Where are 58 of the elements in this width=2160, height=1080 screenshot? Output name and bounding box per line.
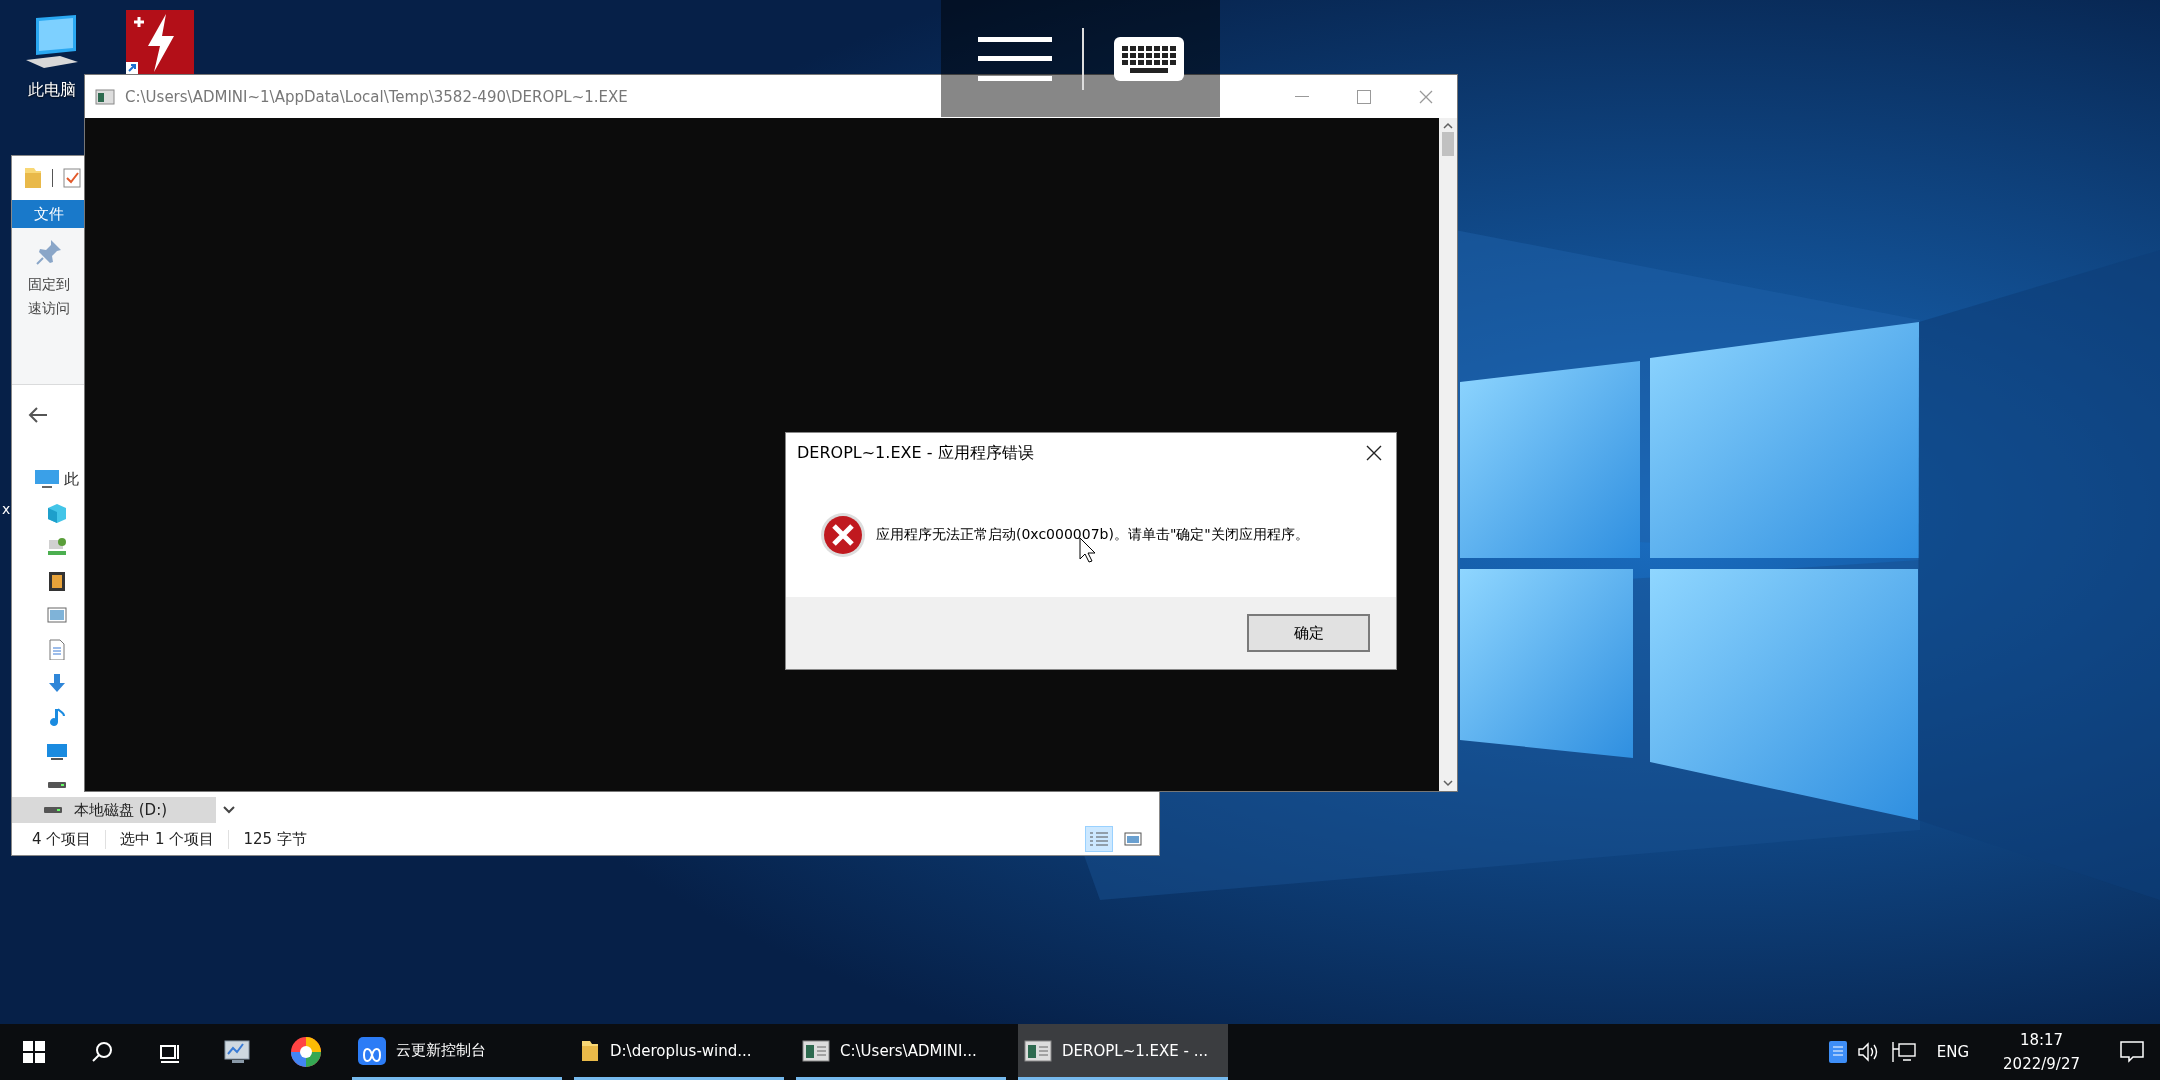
pin-icon <box>35 238 63 266</box>
ok-button[interactable]: 确定 <box>1247 614 1370 652</box>
dialog-title: DEROPL~1.EXE - 应用程序错误 <box>797 442 1035 464</box>
back-arrow-icon[interactable] <box>28 406 48 424</box>
desktop-icon-label: 此电脑 <box>28 80 76 101</box>
network-drive-icon <box>46 536 68 558</box>
minimize-icon <box>1295 95 1309 98</box>
maximize-icon <box>1357 89 1371 104</box>
pin-label: 固定到 速访问 <box>28 275 70 318</box>
drive-icon <box>42 806 64 814</box>
thumbnail-view-icon <box>1123 831 1143 847</box>
menu-icon[interactable] <box>977 36 1052 81</box>
clock[interactable]: 18:17 2022/9/27 <box>1989 1028 2094 1076</box>
lightning-shortcut-icon[interactable] <box>126 10 194 74</box>
error-message: 应用程序无法正常启动(0xc000007b)。请单击"确定"关闭应用程序。 <box>876 526 1309 544</box>
drive-item[interactable]: 本地磁盘 (D:) <box>12 797 216 823</box>
close-icon <box>1419 89 1433 104</box>
folder-icon <box>24 167 42 189</box>
cube-icon <box>46 502 68 524</box>
download-arrow-icon <box>46 672 68 694</box>
notepad-icon[interactable] <box>1828 1041 1847 1063</box>
details-view-icon <box>1089 831 1109 847</box>
keyboard-icon[interactable] <box>1113 36 1184 81</box>
document-icon <box>46 638 68 660</box>
status-text: 125 字节 <box>243 829 308 849</box>
drive-icon <box>46 781 68 789</box>
status-text: 4 个项目 <box>32 829 107 849</box>
chevron-down-icon[interactable] <box>222 805 236 815</box>
color-wheel-icon <box>290 1036 322 1068</box>
notification-icon[interactable] <box>2120 1041 2144 1063</box>
console-window-icon <box>1024 1038 1052 1063</box>
console-window-icon <box>95 88 115 105</box>
taskbar-window-button[interactable]: DEROPL~1.EXE - ... <box>1018 1024 1228 1080</box>
scroll-thumb[interactable] <box>1442 132 1454 156</box>
scrollbar[interactable] <box>1439 118 1457 791</box>
file-tab[interactable]: 文件 <box>12 200 86 228</box>
checkbox-icon[interactable] <box>63 168 81 188</box>
tree-item[interactable]: 此 <box>34 467 79 491</box>
pin-button[interactable]: 固定到 速访问 <box>12 238 86 320</box>
error-icon <box>820 512 866 558</box>
close-icon <box>1366 445 1382 461</box>
film-icon <box>46 570 68 592</box>
status-text: 选中 1 个项目 <box>120 829 230 849</box>
folder-icon <box>580 1038 600 1063</box>
infinity-app-icon <box>358 1036 386 1065</box>
taskbar-window-button[interactable]: D:\deroplus-wind... <box>574 1024 784 1080</box>
taskbar-window-button[interactable]: C:\Users\ADMINI... <box>796 1024 1006 1080</box>
windows-logo-icon <box>23 1041 45 1063</box>
search-icon <box>91 1041 113 1063</box>
network-icon[interactable] <box>1890 1041 1917 1063</box>
computer-icon <box>34 468 60 490</box>
console-window-icon <box>802 1038 830 1063</box>
window-title: C:\Users\ADMINI~1\AppData\Local\Temp\3582-490\DEROPL~1.EXE <box>125 87 628 106</box>
taskbar-window-button[interactable]: 云更新控制台 <box>352 1024 562 1080</box>
desktop-icon-label: x <box>2 501 11 517</box>
image-icon <box>46 604 68 626</box>
monitor-chart-icon <box>223 1038 253 1066</box>
input-language[interactable]: ENG <box>1926 1043 1980 1061</box>
